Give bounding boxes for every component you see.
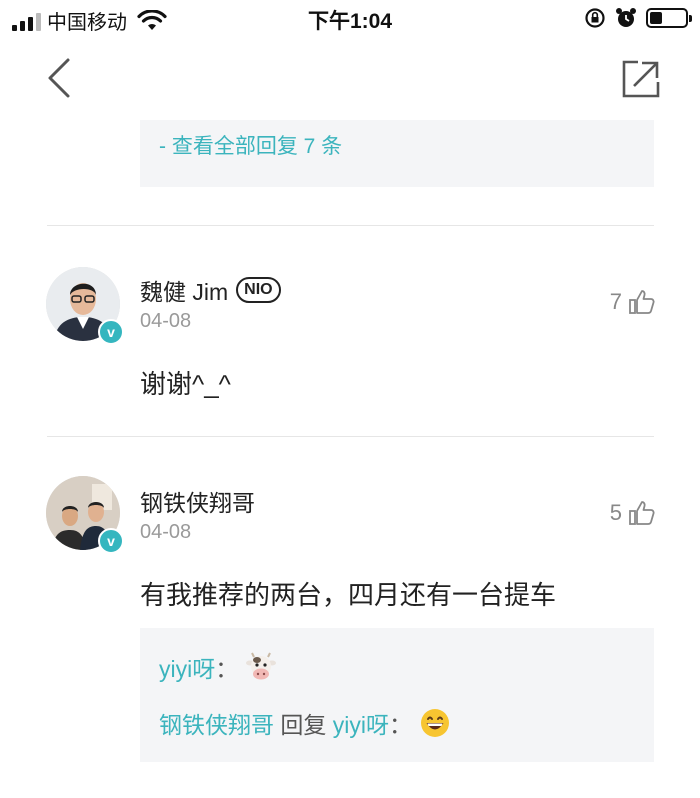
reply-action: 回复 (274, 712, 333, 738)
comment-author[interactable]: 魏健 Jim (140, 273, 228, 307)
comment-text: 谢谢^_^ (140, 369, 231, 399)
reply-separator: ： (389, 712, 413, 738)
reply-username[interactable]: 钢铁侠翔哥 (159, 706, 274, 740)
status-bar: 中国移动 下午1:04 (0, 0, 700, 38)
reply-item[interactable]: 钢铁侠翔哥 回复 yiyi呀 ： (159, 706, 450, 740)
battery-icon (646, 8, 692, 28)
status-right (584, 6, 692, 30)
replies-summary-box: - 查看全部回复 7 条 (140, 120, 654, 187)
comment-header: 魏健 Jim NIO (140, 273, 281, 307)
like-count: 7 (609, 289, 622, 314)
cow-face-emoji (246, 652, 277, 680)
nested-replies-box: yiyi呀 ： 钢铁侠翔哥 回复 yiyi呀 ： (140, 628, 654, 762)
thumbs-up-icon (629, 501, 655, 525)
verified-badge: v (98, 528, 124, 554)
comment-text: 有我推荐的两台，四月还有一台提车 (140, 580, 557, 610)
divider (47, 436, 654, 437)
share-icon (622, 60, 660, 98)
verified-badge: v (98, 319, 124, 345)
like-button[interactable]: 5 (610, 499, 656, 527)
reply-target-username[interactable]: yiyi呀 (333, 706, 389, 740)
view-all-replies-link[interactable]: - 查看全部回复 7 条 (159, 130, 342, 160)
divider (47, 225, 654, 226)
thumbs-up-icon (629, 290, 655, 314)
reply-separator: ： (215, 656, 239, 682)
nav-bar (0, 48, 700, 108)
alarm-icon (616, 8, 636, 27)
comment-date: 04-08 (140, 310, 192, 332)
reply-username[interactable]: yiyi呀 (159, 650, 215, 684)
back-button[interactable] (40, 56, 80, 100)
avatar[interactable]: v (46, 476, 124, 554)
like-button[interactable]: 7 (610, 288, 656, 316)
avatar[interactable]: v (46, 267, 124, 345)
share-button[interactable] (618, 58, 662, 100)
chevron-left-icon (48, 58, 70, 98)
rotation-lock-icon (585, 8, 605, 28)
comment-header: 钢铁侠翔哥 (140, 484, 255, 518)
grinning-face-emoji (421, 709, 450, 737)
comment-date: 04-08 (140, 521, 192, 543)
reply-item[interactable]: yiyi呀 ： (159, 650, 277, 684)
comment-author[interactable]: 钢铁侠翔哥 (140, 484, 255, 518)
like-count: 5 (609, 500, 622, 525)
nio-badge: NIO (236, 277, 281, 303)
